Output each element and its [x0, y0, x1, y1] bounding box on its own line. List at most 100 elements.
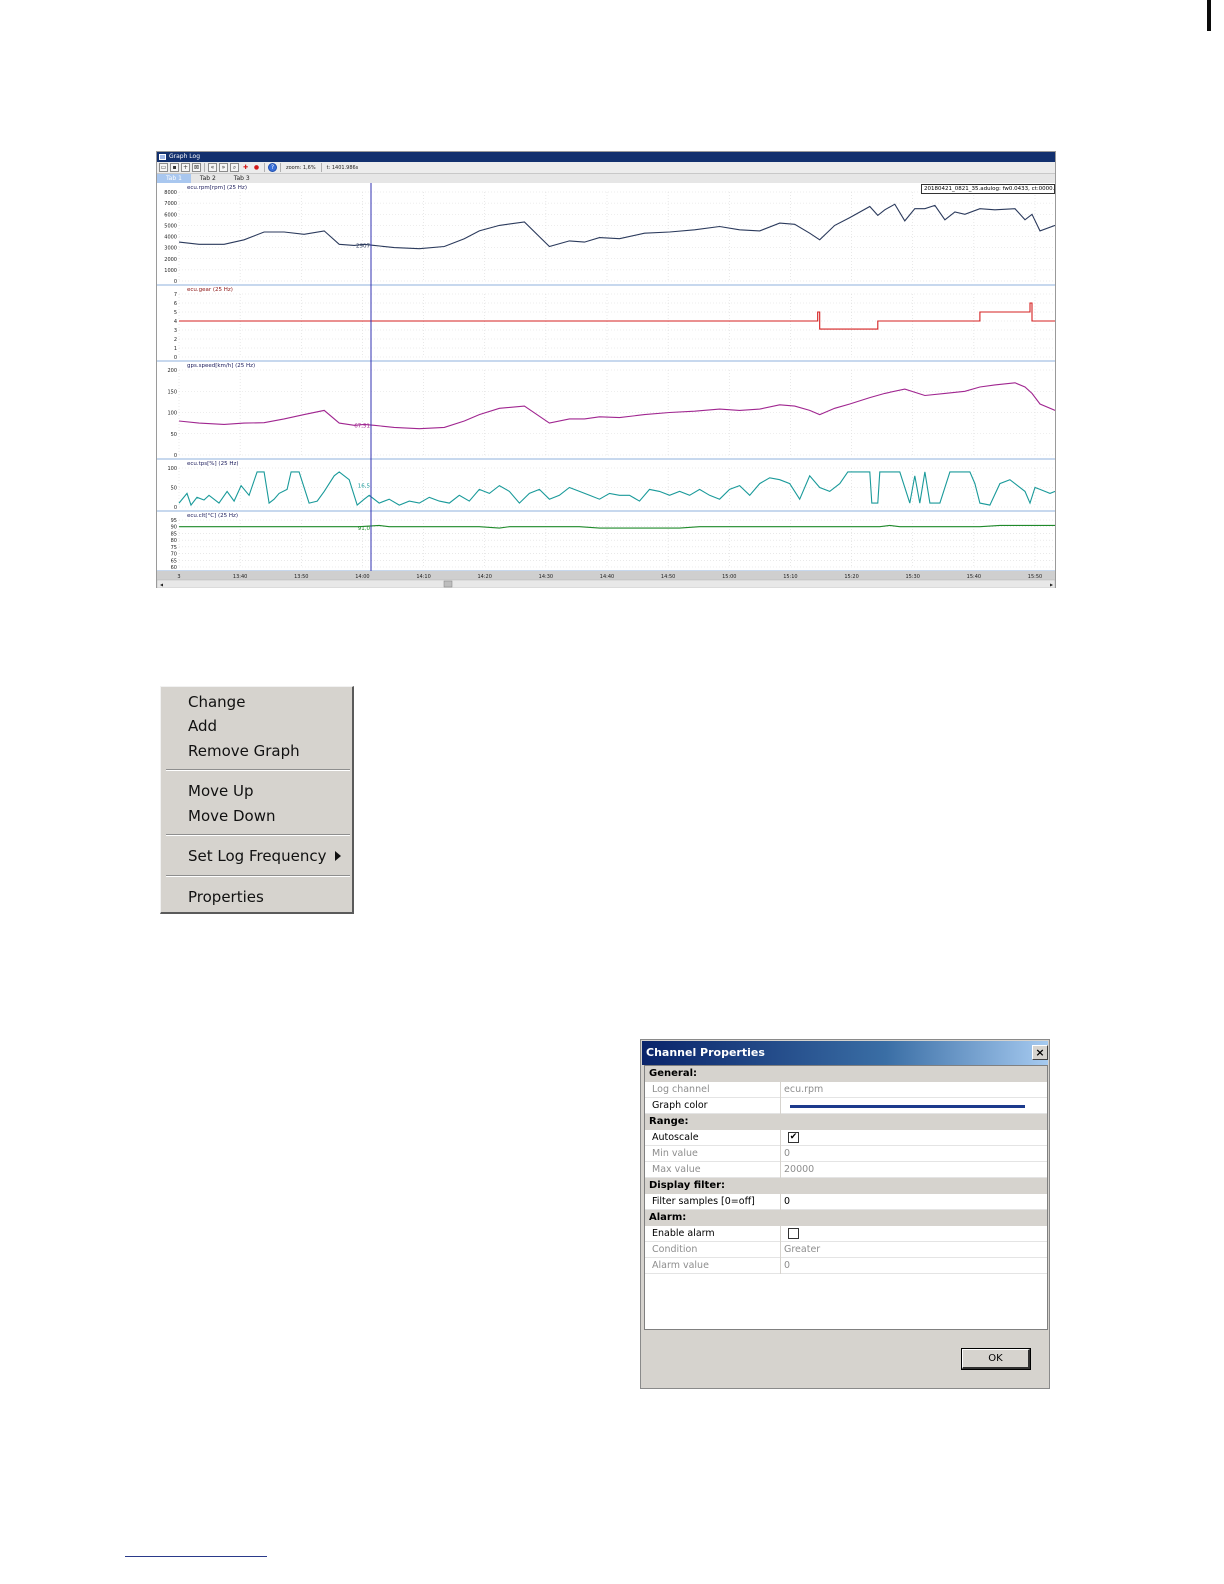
panel-title: gps.speed[km/h] (25 Hz): [187, 363, 255, 369]
menu-item-remove-graph[interactable]: Remove Graph: [188, 739, 348, 763]
dialog-titlebar: Channel Properties: [642, 1041, 1048, 1065]
export-icon[interactable]: ⊠: [192, 163, 201, 172]
row-filter-samples[interactable]: Filter samples [0=off] 0: [645, 1194, 1047, 1210]
horizontal-scrollbar[interactable]: [157, 579, 1055, 588]
autoscale-label: Autoscale: [645, 1130, 781, 1146]
open-icon[interactable]: ▭: [159, 163, 168, 172]
y-tick-label: 3: [174, 328, 177, 334]
row-min-value: Min value 0: [645, 1146, 1047, 1162]
graph-color-value[interactable]: [784, 1098, 1044, 1114]
footnote-rule: [125, 1556, 267, 1557]
zoom-icon[interactable]: +: [181, 163, 190, 172]
ok-button[interactable]: OK: [961, 1348, 1031, 1370]
series-line: [178, 382, 1055, 430]
y-tick-label: 4000: [164, 235, 177, 241]
x-tick-label: 13:50: [294, 574, 308, 580]
y-tick-label: 150: [167, 389, 177, 395]
record-icon[interactable]: ●: [252, 163, 261, 172]
row-enable-alarm[interactable]: Enable alarm: [645, 1226, 1047, 1242]
menu-item-add[interactable]: Add: [188, 714, 348, 738]
menu-item-change[interactable]: Change: [188, 690, 348, 714]
condition-field: Greater: [784, 1244, 821, 1255]
tab-2[interactable]: Tab 2: [191, 174, 225, 183]
y-tick-label: 90: [171, 525, 177, 531]
tab-3[interactable]: Tab 3: [225, 174, 259, 183]
y-tick-label: 0: [174, 355, 177, 361]
autoscale-value[interactable]: ✔: [784, 1130, 1044, 1146]
toolbar-separator: [264, 163, 265, 172]
autoscale-checkbox[interactable]: ✔: [788, 1132, 799, 1143]
y-tick-label: 80: [171, 538, 177, 544]
y-tick-label: 85: [171, 531, 177, 537]
y-tick-label: 100: [167, 411, 177, 417]
search-icon[interactable]: ⌕: [230, 163, 239, 172]
x-tick-label: 14:30: [539, 574, 553, 580]
enable-alarm-value[interactable]: [784, 1226, 1044, 1242]
menu-item-set-log-frequency[interactable]: Set Log Frequency: [188, 844, 348, 868]
cursor-value-label: 67,51: [354, 423, 370, 429]
alarm-value-label: Alarm value: [645, 1258, 781, 1274]
y-tick-label: 2000: [164, 257, 177, 263]
menu-item-move-up[interactable]: Move Up: [188, 779, 348, 803]
graph-log-window: Graph Log ▭ ▪ + ⊠ « » ⌕ ✚ ● ? zoom: 1,6%…: [156, 151, 1056, 588]
row-graph-color[interactable]: Graph color: [645, 1098, 1047, 1114]
filter-samples-label: Filter samples [0=off]: [645, 1194, 781, 1210]
x-tick-label: 15:40: [967, 574, 981, 580]
y-tick-label: 100: [167, 466, 177, 472]
step-forward-icon[interactable]: »: [219, 163, 228, 172]
dialog-title: Channel Properties: [646, 1046, 765, 1059]
y-tick-label: 1: [174, 346, 177, 352]
menu-item-move-down[interactable]: Move Down: [188, 804, 348, 828]
y-tick-label: 200: [167, 368, 177, 374]
y-tick-label: 50: [171, 486, 177, 492]
close-icon[interactable]: ×: [1032, 1045, 1048, 1060]
scroll-left-icon: ◂: [160, 582, 163, 589]
tab-1[interactable]: Tab 1: [157, 174, 191, 183]
row-autoscale[interactable]: Autoscale ✔: [645, 1130, 1047, 1146]
x-tick-label: 14:20: [478, 574, 492, 580]
channel-properties-dialog: Channel Properties × General: Log channe…: [640, 1039, 1050, 1389]
category-general: General:: [645, 1066, 1047, 1082]
save-icon[interactable]: ▪: [170, 163, 179, 172]
graph-plot-area[interactable]: 800070006000500040003000200010000ecu.rpm…: [157, 183, 1055, 588]
menu-separator: [166, 769, 350, 771]
menu-item-properties[interactable]: Properties: [188, 885, 348, 909]
menu-separator: [166, 834, 350, 836]
max-value-label: Max value: [645, 1162, 781, 1178]
cursor-value-label: 2907: [356, 243, 370, 249]
y-tick-label: 70: [171, 552, 177, 558]
y-tick-label: 75: [171, 545, 177, 551]
cursor-value-label: 16,5: [358, 484, 371, 490]
property-grid: General: Log channel ecu.rpm Graph color…: [644, 1065, 1048, 1330]
x-tick-label: 15:50: [1028, 574, 1042, 580]
log-channel-value: ecu.rpm: [784, 1084, 824, 1095]
marker-icon[interactable]: ✚: [241, 163, 250, 172]
menu-separator: [166, 875, 350, 877]
graph-tab-bar: Tab 1 Tab 2 Tab 3: [157, 174, 1055, 183]
help-icon[interactable]: ?: [268, 163, 277, 172]
y-tick-label: 60: [171, 565, 177, 571]
filter-samples-field[interactable]: 0: [784, 1194, 1044, 1210]
y-tick-label: 5000: [164, 223, 177, 229]
x-tick-label: 3: [177, 574, 180, 580]
log-file-label: 20180421_0821_35.adulog: fw0.0433, ct:00…: [921, 184, 1055, 194]
row-alarm-value: Alarm value 0: [645, 1258, 1047, 1274]
x-tick-label: 15:00: [722, 574, 736, 580]
x-tick-label: 14:50: [661, 574, 675, 580]
panel-title: ecu.clt[°C] (25 Hz): [187, 513, 238, 519]
step-back-icon[interactable]: «: [208, 163, 217, 172]
y-tick-label: 6: [174, 301, 177, 307]
enable-alarm-checkbox[interactable]: [788, 1228, 799, 1239]
row-max-value: Max value 20000: [645, 1162, 1047, 1178]
y-tick-label: 6000: [164, 212, 177, 218]
category-display-filter: Display filter:: [645, 1178, 1047, 1194]
y-tick-label: 1000: [164, 268, 177, 274]
scroll-right-icon: ▸: [1050, 582, 1053, 589]
y-tick-label: 50: [171, 432, 177, 438]
page-edge-bar: [1207, 0, 1211, 31]
graph-color-swatch[interactable]: [790, 1105, 1025, 1108]
panel-title: ecu.gear (25 Hz): [187, 287, 233, 293]
graph-color-label: Graph color: [645, 1098, 781, 1114]
scrollbar-thumb[interactable]: [443, 580, 453, 588]
x-tick-label: 14:00: [355, 574, 369, 580]
